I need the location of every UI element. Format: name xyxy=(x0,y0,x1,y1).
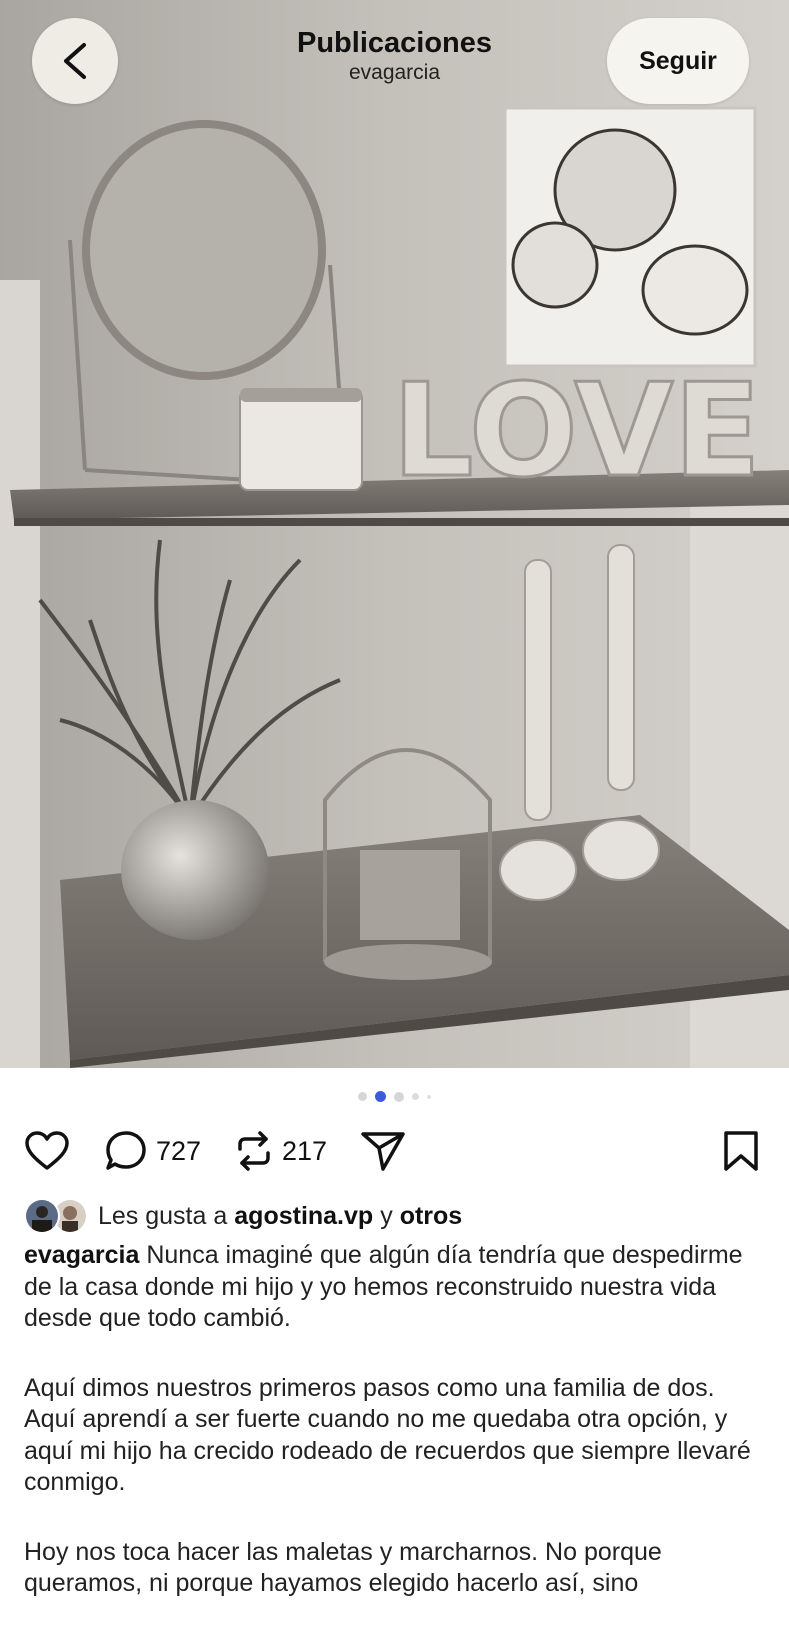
caption-author[interactable]: evagarcia xyxy=(24,1241,139,1269)
repost-icon xyxy=(238,1131,270,1171)
avatar-image xyxy=(26,1200,58,1232)
repost-button[interactable]: 217 xyxy=(234,1124,327,1178)
carousel-dot-active xyxy=(375,1091,386,1102)
bookmark-icon xyxy=(724,1131,758,1171)
follow-button[interactable]: Seguir xyxy=(607,18,749,104)
comment-icon xyxy=(106,1131,146,1170)
avatar xyxy=(24,1198,60,1234)
heart-icon xyxy=(25,1131,69,1170)
post-caption: evagarcia Nunca imaginé que algún día te… xyxy=(24,1240,769,1638)
carousel-indicator xyxy=(0,1091,789,1102)
like-button[interactable] xyxy=(24,1124,70,1178)
top-bar: Publicaciones evagarcia Seguir xyxy=(0,0,789,110)
likes-others-link[interactable]: otros xyxy=(400,1202,463,1231)
share-icon xyxy=(361,1132,405,1171)
carousel-dot xyxy=(394,1091,404,1102)
post-photo[interactable]: LOVE xyxy=(0,0,789,1068)
photo-illustration: LOVE xyxy=(0,0,789,1068)
love-letters: LOVE xyxy=(392,357,761,506)
share-button[interactable] xyxy=(360,1124,406,1178)
repost-count: 217 xyxy=(282,1135,328,1166)
comment-count: 727 xyxy=(156,1135,202,1166)
carousel-dot xyxy=(412,1093,419,1100)
carousel-dot xyxy=(427,1094,431,1099)
caption-paragraph: evagarcia Nunca imaginé que algún día te… xyxy=(24,1240,769,1335)
likes-summary[interactable]: Les gusta a agostina.vp y otros xyxy=(24,1196,462,1236)
action-bar: 727 217 xyxy=(0,1124,789,1178)
likes-conjunction: y xyxy=(380,1201,393,1230)
comment-button[interactable]: 727 xyxy=(104,1124,201,1178)
likes-prefix: Les gusta a xyxy=(98,1201,228,1230)
carousel-dot xyxy=(358,1092,367,1101)
caption-paragraph: Hoy nos toca hacer las maletas y marchar… xyxy=(24,1537,662,1598)
caption-paragraph: Aquí dimos nuestros primeros pasos como … xyxy=(24,1373,751,1497)
save-button[interactable] xyxy=(722,1124,760,1178)
likes-user-link[interactable]: agostina.vp xyxy=(234,1202,373,1231)
